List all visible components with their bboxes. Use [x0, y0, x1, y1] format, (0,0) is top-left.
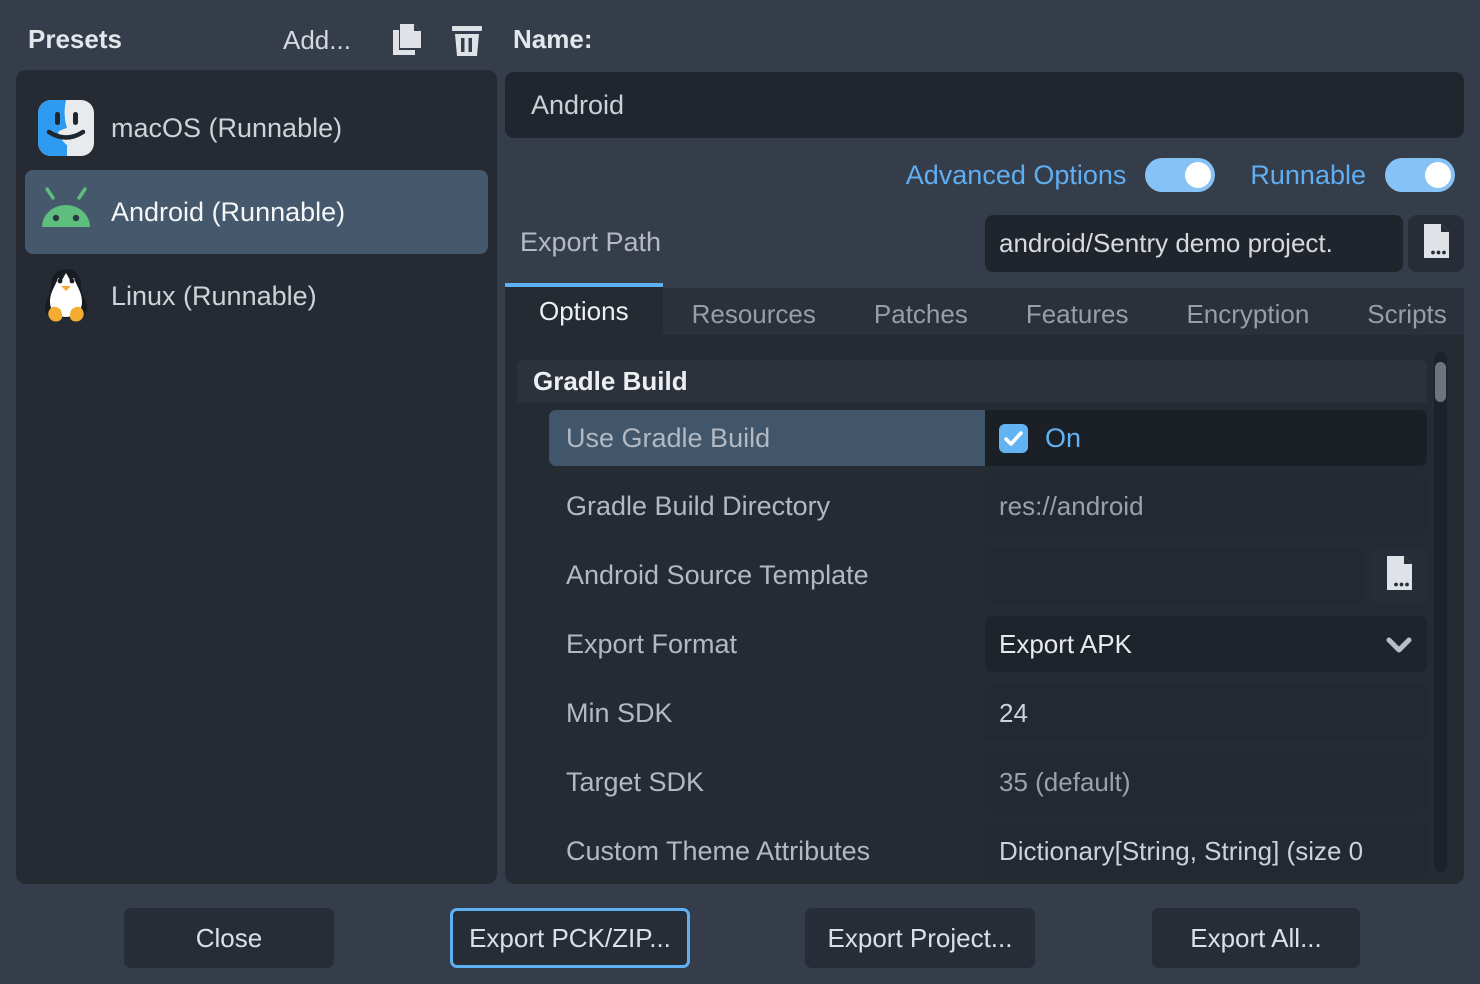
macos-icon: [37, 99, 95, 157]
export-path-value: android/Sentry demo project.: [999, 228, 1333, 259]
property-label: Gradle Build Directory: [566, 478, 830, 534]
text-field[interactable]: [985, 547, 1363, 603]
property-row-export-format: Export Format Export APK: [517, 616, 1427, 672]
property-row-min-sdk: Min SDK 24: [517, 685, 1427, 741]
delete-preset-button[interactable]: [448, 20, 486, 60]
duplicate-preset-button[interactable]: [387, 20, 425, 60]
text-field[interactable]: res://android: [985, 478, 1427, 534]
tab-bar: Options Resources Patches Features Encry…: [505, 283, 1464, 335]
preset-item-label: macOS (Runnable): [111, 113, 342, 144]
property-label: Android Source Template: [566, 547, 869, 603]
export-dialog: Presets Add...: [0, 0, 1480, 984]
export-format-dropdown[interactable]: Export APK: [985, 616, 1427, 672]
close-button[interactable]: Close: [124, 908, 334, 968]
field-value: 35 (default): [999, 767, 1131, 798]
text-field[interactable]: 24: [985, 685, 1427, 741]
property-value: On: [985, 410, 1427, 466]
browse-file-button[interactable]: [1370, 547, 1427, 603]
property-row-target-sdk: Target SDK 35 (default): [517, 754, 1427, 810]
property-row-custom-theme-attributes: Custom Theme Attributes Dictionary[Strin…: [517, 823, 1427, 879]
trash-icon: [448, 47, 486, 64]
property-row-gradle-build-directory: Gradle Build Directory res://android: [517, 478, 1427, 534]
chevron-down-icon: [1385, 632, 1413, 663]
runnable-label: Runnable: [1250, 160, 1366, 191]
presets-title: Presets: [28, 24, 122, 55]
property-label: Custom Theme Attributes: [566, 823, 870, 879]
checkbox-state-label: On: [1045, 423, 1081, 454]
scrollbar-track[interactable]: [1434, 352, 1447, 872]
preset-item-android[interactable]: Android (Runnable): [25, 170, 488, 254]
section-title: Gradle Build: [533, 366, 688, 397]
export-all-button[interactable]: Export All...: [1152, 908, 1360, 968]
property-label: Use Gradle Build: [566, 410, 770, 466]
name-label: Name:: [513, 24, 592, 55]
preset-item-linux[interactable]: Linux (Runnable): [25, 264, 488, 328]
android-icon: [37, 183, 95, 241]
property-label: Export Format: [566, 616, 737, 672]
runnable-group: Runnable: [1250, 158, 1455, 192]
tab-features[interactable]: Features: [997, 288, 1158, 340]
tab-resources[interactable]: Resources: [663, 288, 845, 340]
file-dialog-icon: [1382, 554, 1416, 597]
property-row-use-gradle-build: Use Gradle Build On: [517, 410, 1427, 466]
toggle-knob: [1185, 162, 1211, 188]
preset-item-label: Linux (Runnable): [111, 281, 317, 312]
options-panel: Gradle Build Use Gradle Build On Gradle …: [505, 335, 1464, 884]
tab-patches[interactable]: Patches: [845, 288, 997, 340]
preset-name-value: Android: [531, 90, 624, 121]
toggles-row: Advanced Options Runnable: [505, 150, 1455, 200]
property-label: Target SDK: [566, 754, 704, 810]
file-dialog-icon: [1419, 222, 1453, 265]
property-label: Min SDK: [566, 685, 673, 741]
field-value: res://android: [999, 491, 1144, 522]
export-project-button[interactable]: Export Project...: [805, 908, 1035, 968]
export-path-input[interactable]: android/Sentry demo project.: [985, 215, 1403, 272]
toggle-knob: [1425, 162, 1451, 188]
checkbox-checked[interactable]: [999, 424, 1028, 453]
tab-scripts[interactable]: Scripts: [1338, 288, 1475, 340]
scrollbar-thumb[interactable]: [1435, 362, 1446, 402]
runnable-toggle[interactable]: [1385, 158, 1455, 192]
property-row-android-source-template: Android Source Template: [517, 547, 1427, 603]
tab-encryption[interactable]: Encryption: [1157, 288, 1338, 340]
field-value: Dictionary[String, String] (size 0: [999, 836, 1363, 867]
advanced-options-toggle[interactable]: [1145, 158, 1215, 192]
export-path-browse-button[interactable]: [1408, 215, 1464, 272]
dropdown-value: Export APK: [999, 629, 1132, 660]
linux-icon: [37, 267, 95, 325]
preset-item-macos[interactable]: macOS (Runnable): [25, 96, 488, 160]
preset-name-input[interactable]: Android: [505, 72, 1464, 138]
text-field[interactable]: 35 (default): [985, 754, 1427, 810]
text-field[interactable]: Dictionary[String, String] (size 0: [985, 823, 1427, 879]
add-preset-button[interactable]: Add...: [283, 25, 351, 56]
field-value: 24: [999, 698, 1028, 729]
preset-item-label: Android (Runnable): [111, 197, 345, 228]
export-path-label: Export Path: [520, 227, 661, 258]
copy-icon: [387, 47, 425, 64]
tab-options[interactable]: Options: [505, 283, 663, 335]
advanced-options-label: Advanced Options: [906, 160, 1127, 191]
section-header-gradle-build[interactable]: Gradle Build: [517, 360, 1427, 402]
export-pck-zip-button[interactable]: Export PCK/ZIP...: [450, 908, 690, 968]
preset-list: macOS (Runnable) Android (Runnable): [16, 70, 497, 884]
